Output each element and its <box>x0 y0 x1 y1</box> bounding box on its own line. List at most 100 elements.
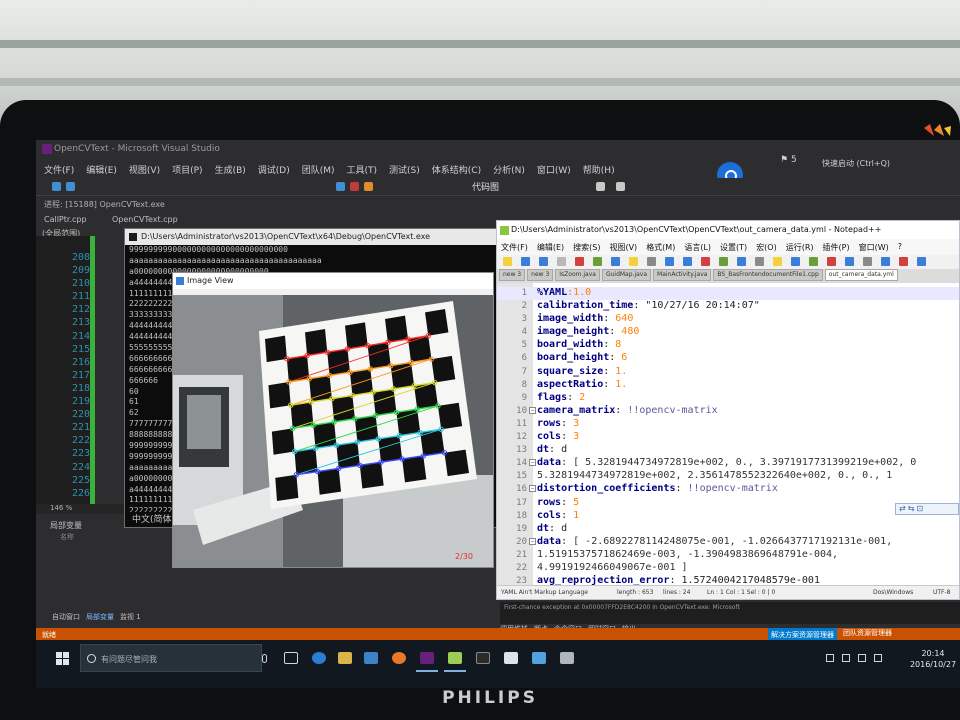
npp-menu-search[interactable]: 搜索(S) <box>573 242 600 255</box>
back-icon[interactable] <box>52 182 61 191</box>
npp-menu-run[interactable]: 运行(R) <box>786 242 814 255</box>
microphone-icon[interactable] <box>262 654 267 663</box>
bookmark-icon[interactable] <box>616 182 625 191</box>
npp-toolbar-icon[interactable] <box>665 257 674 266</box>
continue-icon[interactable] <box>336 182 345 191</box>
npp-toolbar-icon[interactable] <box>575 257 584 266</box>
menu-debug[interactable]: 调试(D) <box>258 163 290 178</box>
input-method-icon[interactable] <box>874 654 882 662</box>
network-icon[interactable] <box>842 654 850 662</box>
stop-icon[interactable] <box>350 182 359 191</box>
tab-autos[interactable]: 自动窗口 <box>52 612 80 622</box>
quick-launch-input[interactable]: 快速启动 (Ctrl+Q) <box>822 158 890 169</box>
show-hidden-icons[interactable] <box>826 654 834 662</box>
fold-toggle-icon[interactable]: − <box>529 485 536 493</box>
restart-icon[interactable] <box>364 182 373 191</box>
menu-test[interactable]: 测试(S) <box>389 163 420 178</box>
cortana-search-box[interactable]: 有问题尽管问我 <box>80 644 262 672</box>
notepadpp-title-bar[interactable]: D:\Users\Administrator\vs2013\OpenCVText… <box>497 221 959 239</box>
npp-tab[interactable]: BS_BasFrontendocumentFile1.cpp <box>713 269 823 281</box>
npp-menu-file[interactable]: 文件(F) <box>501 242 528 255</box>
npp-tab[interactable]: new 3 <box>499 269 526 281</box>
npp-menu-language[interactable]: 语言(L) <box>684 242 711 255</box>
notification-flag-icon[interactable]: ⚑ 5 <box>780 155 797 165</box>
npp-toolbar-icon[interactable] <box>719 257 728 266</box>
image-view-window[interactable]: Image View 2/30 <box>172 272 494 568</box>
taskbar-clock[interactable]: 20:14 2016/10/27 <box>906 648 960 670</box>
npp-toolbar-icon[interactable] <box>539 257 548 266</box>
tab-watch[interactable]: 监视 1 <box>120 612 141 622</box>
npp-toolbar-icon[interactable] <box>755 257 764 266</box>
npp-toolbar-icon[interactable] <box>629 257 638 266</box>
npp-toolbar-icon[interactable] <box>827 257 836 266</box>
menu-help[interactable]: 帮助(H) <box>583 163 615 178</box>
store-icon[interactable] <box>364 652 378 664</box>
npp-tab[interactable]: new 3 <box>527 269 554 281</box>
process-selector[interactable]: 进程: [15188] OpenCVText.exe <box>36 196 960 212</box>
console-taskbar-icon[interactable] <box>476 652 490 664</box>
npp-toolbar-icon[interactable] <box>845 257 854 266</box>
task-view-icon[interactable] <box>284 652 298 664</box>
notepadpp-window[interactable]: D:\Users\Administrator\vs2013\OpenCVText… <box>496 220 960 600</box>
menu-project[interactable]: 项目(P) <box>172 163 202 178</box>
tab-locals[interactable]: 局部变量 <box>86 612 114 622</box>
npp-tab-active[interactable]: out_camera_data.yml <box>824 269 898 281</box>
app-taskbar-icon[interactable] <box>504 652 518 664</box>
npp-toolbar-icon[interactable] <box>899 257 908 266</box>
npp-toolbar-icon[interactable] <box>791 257 800 266</box>
tab-callptr[interactable]: CallPtr.cpp <box>44 215 87 224</box>
app-taskbar-icon[interactable] <box>560 652 574 664</box>
npp-toolbar-icon[interactable] <box>593 257 602 266</box>
menu-team[interactable]: 团队(M) <box>302 163 335 178</box>
npp-tab[interactable]: MainActivity.java <box>653 269 712 281</box>
fold-toggle-icon[interactable]: − <box>529 406 536 414</box>
file-explorer-icon[interactable] <box>338 652 352 664</box>
npp-toolbar-icon[interactable] <box>557 257 566 266</box>
tab-opencvtext[interactable]: OpenCVText.cpp <box>112 215 178 224</box>
npp-tab[interactable]: GuidMap.java <box>601 269 652 281</box>
menu-window[interactable]: 窗口(W) <box>537 163 571 178</box>
npp-toolbar-icon[interactable] <box>773 257 782 266</box>
image-view-title-bar[interactable]: Image View <box>173 273 493 289</box>
npp-toolbar-icon[interactable] <box>521 257 530 266</box>
npp-menu-window[interactable]: 窗口(W) <box>859 242 889 255</box>
npp-floating-toolbar[interactable]: ⇄⇆⊡ <box>895 503 959 515</box>
codegen-button[interactable]: 代码图 <box>472 180 499 193</box>
forward-icon[interactable] <box>66 182 75 191</box>
fold-toggle-icon[interactable]: − <box>529 459 536 467</box>
edge-browser-icon[interactable] <box>312 652 326 664</box>
npp-toolbar-icon[interactable] <box>809 257 818 266</box>
zoom-level[interactable]: 146 % <box>36 504 136 514</box>
npp-toolbar-icon[interactable] <box>647 257 656 266</box>
notepadpp-editor[interactable]: 1 %YAML:1.0 2 calibration_time: "10/27/16 2… <box>497 283 959 585</box>
windows-start-icon[interactable] <box>56 652 70 666</box>
menu-edit[interactable]: 编辑(E) <box>86 163 117 178</box>
menu-file[interactable]: 文件(F) <box>44 163 74 178</box>
npp-tab[interactable]: IsZoom.java <box>555 269 600 281</box>
npp-menu-edit[interactable]: 编辑(E) <box>537 242 564 255</box>
npp-toolbar-icon[interactable] <box>917 257 926 266</box>
console-title-bar[interactable]: D:\Users\Administrator\vs2013\OpenCVText… <box>125 229 499 245</box>
npp-toolbar-icon[interactable] <box>863 257 872 266</box>
npp-menu-settings[interactable]: 设置(T) <box>720 242 747 255</box>
menu-tools[interactable]: 工具(T) <box>347 163 378 178</box>
npp-menu-plugins[interactable]: 插件(P) <box>823 242 850 255</box>
npp-toolbar-icon[interactable] <box>611 257 620 266</box>
npp-menu-macro[interactable]: 宏(O) <box>756 242 777 255</box>
menu-architecture[interactable]: 体系结构(C) <box>432 163 481 178</box>
npp-menu-view[interactable]: 视图(V) <box>609 242 637 255</box>
flag-icon[interactable] <box>596 182 605 191</box>
npp-toolbar-icon[interactable] <box>683 257 692 266</box>
npp-menu-format[interactable]: 格式(M) <box>646 242 675 255</box>
firefox-icon[interactable] <box>392 652 406 664</box>
npp-menu-help[interactable]: ? <box>898 242 902 255</box>
notepadpp-taskbar-icon[interactable] <box>448 652 462 664</box>
volume-icon[interactable] <box>858 654 866 662</box>
menu-analyze[interactable]: 分析(N) <box>493 163 525 178</box>
image-view-taskbar-icon[interactable] <box>532 652 546 664</box>
npp-toolbar-icon[interactable] <box>881 257 890 266</box>
menu-build[interactable]: 生成(B) <box>215 163 246 178</box>
visual-studio-taskbar-icon[interactable] <box>420 652 434 664</box>
npp-toolbar-icon[interactable] <box>701 257 710 266</box>
fold-toggle-icon[interactable]: − <box>529 537 536 545</box>
